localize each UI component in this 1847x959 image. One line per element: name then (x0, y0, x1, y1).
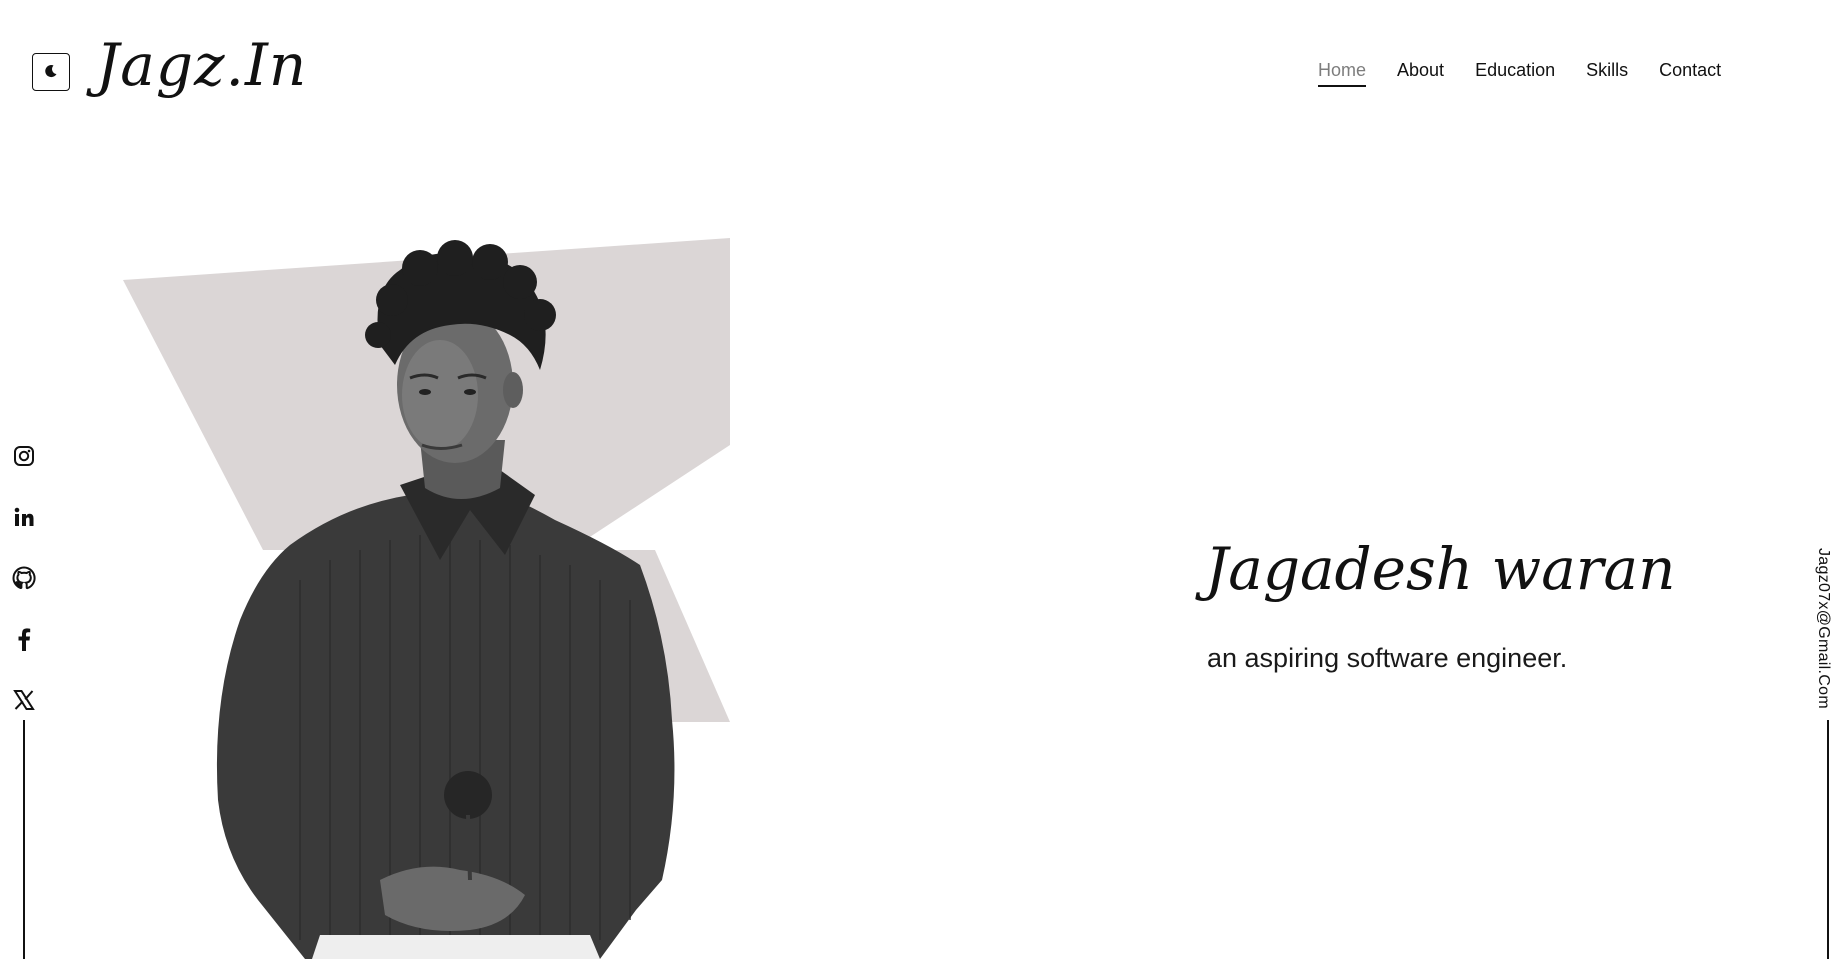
nav-education[interactable]: Education (1475, 60, 1555, 87)
facebook-icon[interactable] (12, 627, 36, 651)
left-divider-line (23, 720, 25, 959)
main-nav: Home About Education Skills Contact (1318, 60, 1721, 87)
social-links (12, 444, 36, 712)
portrait-photo (216, 240, 675, 959)
hero-name: Jagadesh waran (1205, 535, 1676, 603)
linkedin-icon[interactable] (12, 505, 36, 529)
github-icon[interactable] (12, 566, 36, 590)
x-twitter-icon[interactable] (12, 688, 36, 712)
hero-subtitle: an aspiring software engineer. (1207, 643, 1568, 673)
portfolio-home-page: Jagz.In Home About Education Skills Cont… (0, 0, 1847, 959)
right-divider-line (1827, 720, 1829, 959)
email-link[interactable]: Jagz07x@Gmail.Com (1814, 548, 1832, 709)
nav-about[interactable]: About (1397, 60, 1444, 87)
nav-skills[interactable]: Skills (1586, 60, 1628, 87)
instagram-icon[interactable] (12, 444, 36, 468)
nav-home[interactable]: Home (1318, 60, 1367, 87)
nav-contact[interactable]: Contact (1659, 60, 1721, 87)
